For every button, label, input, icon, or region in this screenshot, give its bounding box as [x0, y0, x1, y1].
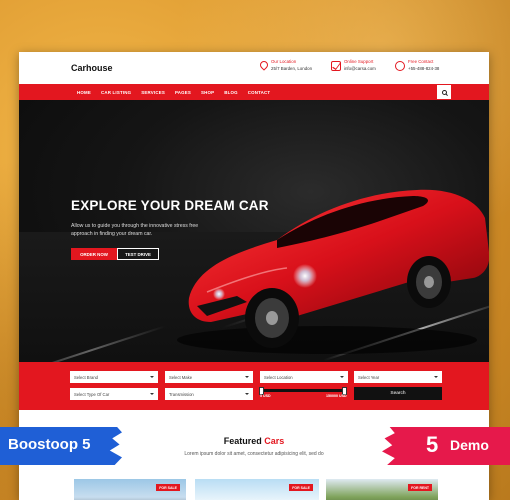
site-logo[interactable]: Carhouse — [71, 63, 113, 73]
demo-count-label: Demo — [450, 437, 489, 453]
featured-car-card[interactable]: FOR SALE — [74, 479, 186, 500]
car-search-panel — [19, 362, 489, 410]
email-label: Online Support — [344, 59, 374, 64]
nav-item-blog[interactable]: BLOG — [224, 90, 237, 95]
order-now-button[interactable]: ORDER NOW — [71, 248, 117, 260]
phone-icon — [395, 61, 405, 71]
nav-search-button[interactable] — [437, 85, 451, 99]
search-button[interactable]: Search — [354, 387, 442, 400]
for-sale-badge: FOR SALE — [156, 484, 180, 491]
hero-description: Allow us to guide you through the innova… — [71, 223, 199, 237]
demo-count-number: 5 — [426, 432, 439, 457]
search-icon — [441, 89, 447, 95]
price-range-fill — [260, 389, 346, 392]
nav-item-contact[interactable]: CONTACT — [248, 90, 271, 95]
for-rent-badge: FOR RENT — [408, 484, 432, 491]
featured-heading-highlight: Cars — [264, 436, 285, 446]
location-value: 25/7 Barden, London — [271, 65, 313, 71]
phone-info: Free Contact +55-488-824-38 — [395, 59, 439, 72]
email-value[interactable]: info@carsa.com — [344, 66, 376, 73]
nav-item-services[interactable]: SERVICES — [141, 90, 165, 95]
bootstrap-version-ribbon: Boostoop 5 — [0, 427, 122, 465]
featured-heading-prefix: Featured — [223, 436, 262, 446]
location-info: Our Location 25/7 Barden, London — [258, 59, 313, 72]
nav-item-pages[interactable]: PAGES — [175, 90, 191, 95]
select-brand-dropdown[interactable]: Select Brand — [70, 371, 158, 383]
hero-title: EXPLORE YOUR DREAM CAR — [71, 198, 269, 213]
select-year-dropdown[interactable]: Select Year — [354, 371, 442, 383]
nav-item-home[interactable]: HOME — [77, 90, 91, 95]
for-sale-badge: FOR SALE — [289, 484, 313, 491]
main-navbar: HOME CAR LISTING SERVICES PAGES SHOP BLO… — [19, 84, 489, 100]
email-info: Online Support info@carsa.com — [331, 59, 376, 72]
select-make-dropdown[interactable]: Select Make — [165, 371, 253, 383]
nav-item-shop[interactable]: SHOP — [201, 90, 214, 95]
hero-banner: EXPLORE YOUR DREAM CAR Allow us to guide… — [19, 100, 489, 362]
mail-icon — [331, 61, 341, 71]
transmission-dropdown[interactable]: Transmission — [165, 388, 253, 400]
select-location-dropdown[interactable]: Select Location — [260, 371, 348, 383]
top-header: Carhouse Our Location 25/7 Barden, Londo… — [19, 52, 489, 84]
demo-count-ribbon: 5 Demo — [382, 427, 510, 465]
test-drive-button[interactable]: TEST DRIVE — [117, 248, 159, 260]
nav-item-car-listing[interactable]: CAR LISTING — [101, 90, 131, 95]
ribbon-shape — [382, 427, 510, 465]
select-car-type-dropdown[interactable]: Select Type Of Car — [70, 388, 158, 400]
price-max-label: 150000 USD — [326, 394, 347, 398]
featured-car-card[interactable]: FOR SALE — [195, 479, 319, 500]
price-min-label: 5 USD — [260, 394, 271, 398]
location-pin-icon — [258, 59, 270, 71]
featured-car-card[interactable]: FOR RENT — [326, 479, 438, 500]
bootstrap-version-label: Boostoop 5 — [8, 436, 91, 453]
phone-value[interactable]: +55-488-824-38 — [408, 66, 439, 73]
